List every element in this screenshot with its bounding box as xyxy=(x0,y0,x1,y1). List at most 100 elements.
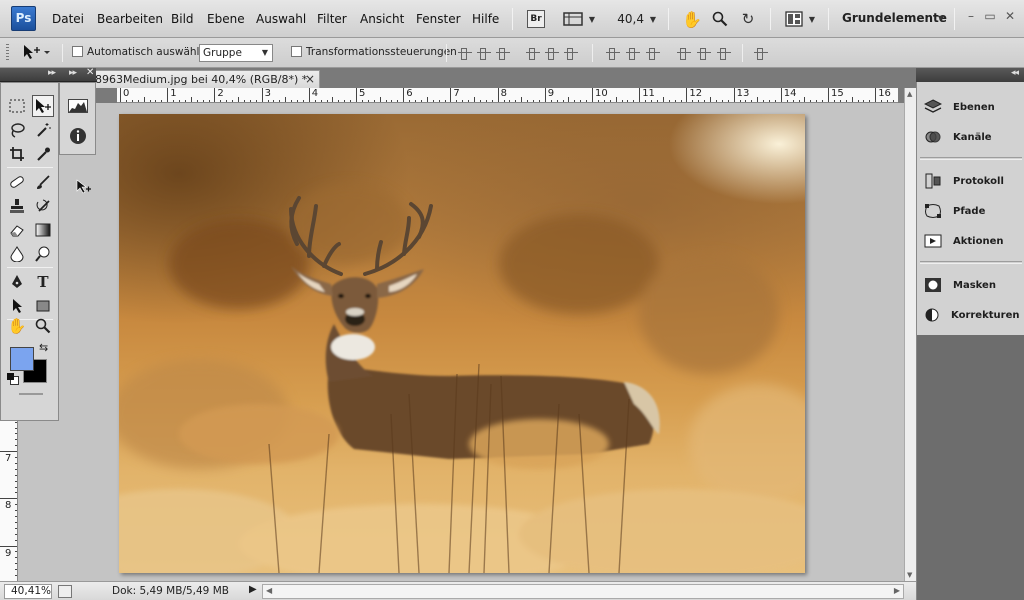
arrange-documents-button[interactable]: ▼ xyxy=(782,8,818,30)
toolbox-header[interactable]: ▸▸ ▸▸ ✕ xyxy=(0,67,96,82)
panel-adjustments[interactable]: Korrekturen xyxy=(923,304,1019,326)
menu-auswahl[interactable]: Auswahl xyxy=(256,12,306,26)
maximize-button[interactable]: ▭ xyxy=(983,9,997,23)
menu-bild[interactable]: Bild xyxy=(171,12,194,26)
options-bar-grip[interactable] xyxy=(6,44,9,62)
minimize-button[interactable]: – xyxy=(964,9,978,23)
close-window-button[interactable]: ✕ xyxy=(1003,9,1017,23)
menu-hilfe[interactable]: Hilfe xyxy=(472,12,499,26)
panel-paths[interactable]: Pfade xyxy=(923,200,1019,222)
gradient-tool[interactable] xyxy=(32,219,54,241)
workspace-switcher[interactable]: Grundelemente xyxy=(842,11,947,25)
auto-align-layers-icon[interactable] xyxy=(754,47,768,60)
status-menu-arrow-icon[interactable]: ▶ xyxy=(249,584,257,595)
distribute-vertical-center-icon[interactable] xyxy=(626,47,640,60)
lasso-tool[interactable] xyxy=(6,119,28,141)
align-top-icon[interactable] xyxy=(458,47,472,60)
hand-tool[interactable]: ✋ xyxy=(6,315,28,337)
close-document-icon[interactable]: × xyxy=(305,72,315,86)
bridge-button[interactable]: Br xyxy=(526,8,546,30)
history-brush-tool[interactable] xyxy=(32,195,54,217)
marquee-tool[interactable] xyxy=(6,95,28,117)
status-preview-icon[interactable] xyxy=(58,585,72,598)
dodge-tool[interactable] xyxy=(32,243,54,265)
magic-wand-tool[interactable] xyxy=(32,119,54,141)
menu-datei[interactable]: Datei xyxy=(52,12,84,26)
adjustments-icon xyxy=(923,306,941,324)
close-toolbox-icon[interactable]: ✕ xyxy=(86,67,94,78)
ruler-major-tick xyxy=(592,88,593,102)
distribute-right-icon[interactable] xyxy=(717,47,731,60)
expand-panel-icon[interactable]: ▸▸ xyxy=(69,68,77,78)
menu-ansicht[interactable]: Ansicht xyxy=(360,12,404,26)
hand-tool-button[interactable]: ✋ xyxy=(682,8,702,30)
align-right-icon[interactable] xyxy=(564,47,578,60)
distribute-horizontal-center-icon[interactable] xyxy=(697,47,711,60)
blur-tool[interactable] xyxy=(6,243,28,265)
horizontal-scrollbar[interactable]: ◀ ▶ xyxy=(262,584,904,599)
view-extras-button[interactable]: ▼ xyxy=(561,8,597,30)
status-zoom-field[interactable]: 40,41% xyxy=(4,584,52,599)
histogram-panel-button[interactable] xyxy=(67,95,89,117)
scroll-up-icon[interactable]: ▲ xyxy=(907,90,912,98)
transform-controls-checkbox[interactable] xyxy=(291,46,302,57)
scroll-right-icon[interactable]: ▶ xyxy=(894,586,900,595)
menu-ebene[interactable]: Ebene xyxy=(207,12,245,26)
scroll-down-icon[interactable]: ▼ xyxy=(907,571,912,579)
pen-tool[interactable] xyxy=(6,271,28,293)
brush-tool[interactable] xyxy=(32,171,54,193)
panel-dock-header[interactable]: ◂◂ xyxy=(916,68,1024,82)
auto-select-target-dropdown[interactable]: Gruppe ▼ xyxy=(199,44,273,62)
align-horizontal-center-icon[interactable] xyxy=(545,47,559,60)
default-colors-icon[interactable] xyxy=(7,373,19,385)
eraser-tool[interactable] xyxy=(6,219,28,241)
ruler-label: 6 xyxy=(406,88,413,99)
type-tool[interactable]: T xyxy=(32,271,54,293)
panel-history[interactable]: Protokoll xyxy=(923,170,1019,192)
photoshop-logo[interactable]: Ps xyxy=(11,6,36,31)
layers-icon xyxy=(923,98,943,116)
align-bottom-icon[interactable] xyxy=(496,47,510,60)
menu-filter[interactable]: Filter xyxy=(317,12,347,26)
collapse-toolbox-icon[interactable]: ▸▸ xyxy=(48,68,56,78)
quick-mask-button[interactable] xyxy=(19,393,43,395)
move-tool[interactable] xyxy=(32,95,54,117)
toolbox-separator xyxy=(7,267,53,268)
menu-bearbeiten[interactable]: Bearbeiten xyxy=(97,12,163,26)
swap-colors-icon[interactable]: ⇆ xyxy=(39,341,48,354)
document-image[interactable] xyxy=(119,114,805,573)
auto-select-label: Automatisch auswählen: xyxy=(87,46,217,58)
info-panel-button[interactable] xyxy=(67,125,89,147)
crop-tool[interactable] xyxy=(6,143,28,165)
menu-fenster[interactable]: Fenster xyxy=(416,12,461,26)
healing-brush-tool[interactable] xyxy=(6,171,28,193)
zoom-tool[interactable] xyxy=(32,315,54,337)
align-left-icon[interactable] xyxy=(526,47,540,60)
distribute-top-icon[interactable] xyxy=(606,47,620,60)
horizontal-ruler[interactable]: 0 1 2 3 4 5 6 7 8 9 10 11 12 13 14 15 16 xyxy=(117,88,898,103)
distribute-bottom-icon[interactable] xyxy=(646,47,660,60)
auto-select-checkbox[interactable] xyxy=(72,46,83,57)
tool-preset-picker[interactable] xyxy=(22,44,52,64)
ruler-label: 9 xyxy=(547,88,555,99)
panel-channels[interactable]: Kanäle xyxy=(923,126,1019,148)
eyedropper-tool[interactable] xyxy=(32,143,54,165)
panel-actions[interactable]: Aktionen xyxy=(923,230,1019,252)
chevron-down-icon[interactable]: ▼ xyxy=(938,14,944,23)
distribute-left-icon[interactable] xyxy=(677,47,691,60)
document-tab[interactable]: 8963Medium.jpg bei 40,4% (RGB/8*) * × xyxy=(60,70,320,88)
zoom-dropdown[interactable]: ▼ xyxy=(648,8,658,30)
foreground-color-swatch[interactable] xyxy=(10,347,34,371)
align-vertical-center-icon[interactable] xyxy=(477,47,491,60)
shape-tool[interactable] xyxy=(32,295,54,317)
panel-layers[interactable]: Ebenen xyxy=(923,96,1019,118)
rotate-view-button[interactable]: ↻ xyxy=(738,8,758,30)
zoom-level-field[interactable]: 40,4 xyxy=(604,12,644,26)
vertical-scrollbar[interactable]: ▲ ▼ xyxy=(904,88,916,581)
scroll-left-icon[interactable]: ◀ xyxy=(266,586,272,595)
clone-stamp-tool[interactable] xyxy=(6,195,28,217)
path-selection-tool[interactable] xyxy=(6,295,28,317)
panel-masks[interactable]: Masken xyxy=(923,274,1019,296)
zoom-tool-button[interactable] xyxy=(710,8,730,30)
expand-dock-icon[interactable]: ◂◂ xyxy=(1011,68,1019,78)
